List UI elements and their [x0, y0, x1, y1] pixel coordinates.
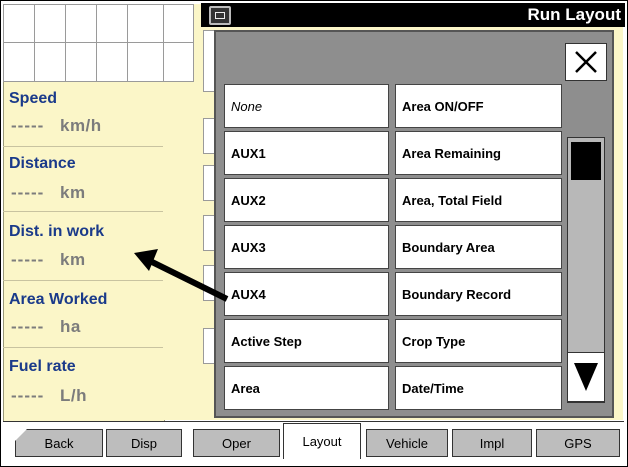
- tab-back[interactable]: Back: [15, 429, 103, 457]
- pointer-arrow: [134, 249, 229, 302]
- tab-oper[interactable]: Oper: [193, 429, 280, 457]
- tab-layout[interactable]: Layout: [283, 423, 361, 459]
- tab-impl[interactable]: Impl: [452, 429, 532, 457]
- tab-vehicle[interactable]: Vehicle: [366, 429, 448, 457]
- tab-disp[interactable]: Disp: [106, 429, 182, 457]
- tab-gps[interactable]: GPS: [536, 429, 620, 457]
